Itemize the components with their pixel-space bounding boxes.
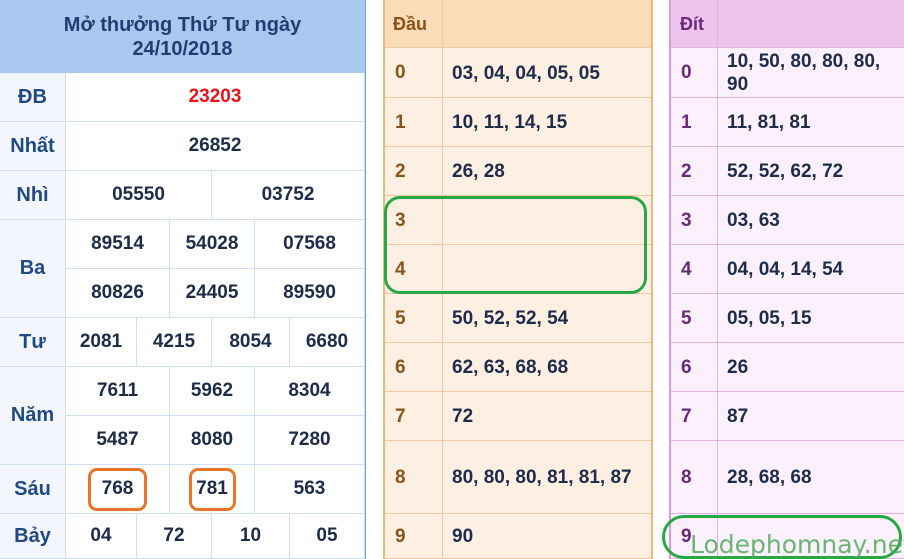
prize-bay-value: 10 [212, 514, 290, 559]
label-sau: Sáu [0, 465, 66, 514]
label-nhat: Nhất [0, 122, 66, 171]
highlight-mark-781 [189, 468, 236, 511]
dit-row-key: 4 [681, 258, 692, 280]
dit-row-values: 52, 52, 62, 72 [727, 161, 844, 182]
prize-bay-value: 04 [66, 514, 137, 559]
dau-row-values: 50, 52, 52, 54 [452, 308, 569, 329]
highlight-mark-768 [88, 468, 147, 511]
prize-tu-value: 8054 [212, 318, 290, 367]
results-title: Mở thưởng Thứ Tư ngày [63, 13, 302, 36]
dit-row-key: 8 [681, 466, 692, 488]
dau-row-key: 0 [395, 62, 406, 83]
dit-row-key: 2 [681, 160, 692, 182]
dit-row-values: 26 [727, 357, 749, 378]
prize-tu-value: 2081 [66, 318, 137, 367]
results-header: Mở thưởng Thứ Tư ngày 24/10/2018 [0, 0, 365, 73]
dit-row-key: 0 [681, 62, 692, 83]
dau-row-key: 2 [395, 160, 406, 182]
prize-ba-value: 89514 [66, 220, 170, 269]
dau-row-values: 10, 11, 14, 15 [452, 112, 568, 133]
dau-row-key: 6 [395, 356, 406, 378]
prize-ba-value: 54028 [170, 220, 255, 269]
dau-row-key: 1 [395, 111, 406, 133]
prize-tu-value: 6680 [290, 318, 365, 367]
dit-row-key: 3 [681, 209, 692, 231]
dit-row-key: 1 [681, 111, 692, 133]
dau-row-key: 5 [395, 307, 406, 329]
dau-row-key: 9 [395, 525, 406, 547]
dau-row-key: 7 [395, 405, 406, 427]
label-nhi: Nhì [0, 171, 66, 220]
prize-ba-value: 89590 [255, 269, 365, 318]
prize-nhi-value: 05550 [66, 171, 212, 220]
prize-ba-value: 07568 [255, 220, 365, 269]
dit-row-values: 04, 04, 14, 54 [727, 259, 844, 280]
prize-db-value: 23203 [66, 73, 365, 122]
dit-header-label: Đít [680, 13, 704, 34]
prize-nam-value: 7280 [255, 416, 365, 465]
prize-bay-value: 72 [137, 514, 212, 559]
dit-row-values: 28, 68, 68 [727, 467, 812, 488]
dau-row-values: 62, 63, 68, 68 [452, 357, 569, 378]
prize-bay-value: 05 [290, 514, 365, 559]
results-date: 24/10/2018 [132, 37, 233, 60]
prize-nam-value: 7611 [66, 367, 170, 416]
label-nam: Năm [0, 367, 66, 465]
dit-row-values: 10, 50, 80, 80, 80, 90 [727, 51, 881, 95]
label-bay: Bảy [0, 514, 66, 559]
dit-row-key: 7 [681, 405, 692, 427]
prize-nam-value: 5962 [170, 367, 255, 416]
dau-row-values: 90 [452, 526, 474, 547]
prize-nam-value: 8304 [255, 367, 365, 416]
dit-header [671, 0, 904, 48]
prize-ba-value: 24405 [170, 269, 255, 318]
dit-row-values: 11, 81, 81 [727, 112, 811, 133]
dit-row-key: 6 [681, 356, 692, 378]
prize-sau-value: 563 [255, 465, 365, 514]
dau-row-values: 80, 80, 80, 81, 81, 87 [452, 467, 632, 488]
watermark-logo: Lodephomnay.net [690, 530, 904, 559]
dau-header-label: Đầu [393, 13, 428, 34]
prize-nam-value: 8080 [170, 416, 255, 465]
prize-ba-value: 80826 [66, 269, 170, 318]
label-db: ĐB [0, 73, 66, 122]
label-ba: Ba [0, 220, 66, 318]
dau-row-values: 26, 28 [452, 161, 505, 182]
dit-row-values: 87 [727, 406, 749, 427]
prize-nam-value: 5487 [66, 416, 170, 465]
dit-row-values: 03, 63 [727, 210, 780, 231]
dit-row-key: 5 [681, 307, 692, 329]
prize-nhi-value: 03752 [212, 171, 365, 220]
dit-row-values: 05, 05, 15 [727, 308, 812, 329]
dau-row-values: 03, 04, 04, 05, 05 [452, 62, 600, 84]
label-tu: Tư [0, 318, 66, 367]
prize-nhat-value: 26852 [66, 122, 365, 171]
prize-tu-value: 4215 [137, 318, 212, 367]
highlight-mark-dau-3-4 [384, 196, 647, 294]
dau-row-key: 8 [395, 466, 406, 488]
dau-row-values: 72 [452, 406, 474, 427]
